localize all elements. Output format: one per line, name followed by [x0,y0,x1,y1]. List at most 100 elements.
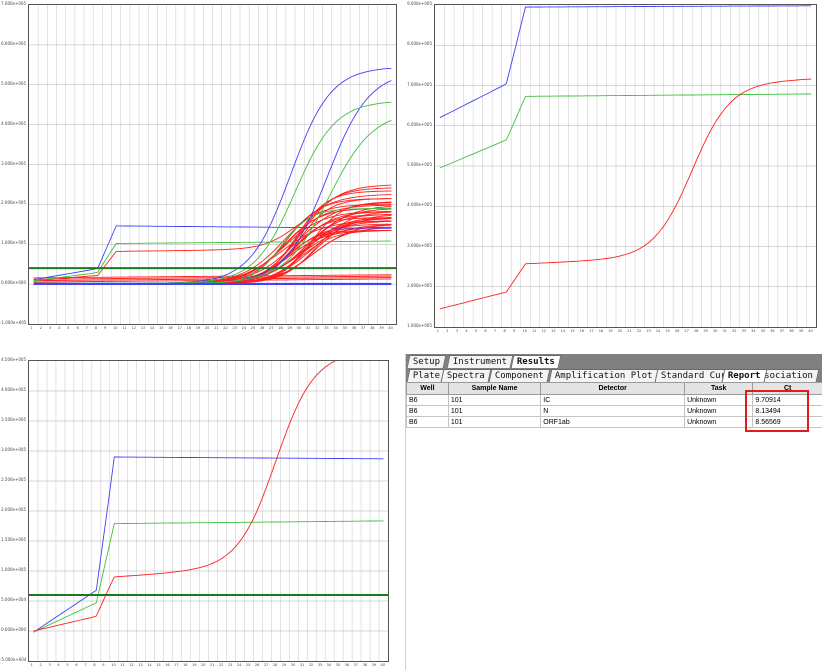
x-tick-label: 2 [446,329,449,333]
cell-sample: 101 [447,405,542,417]
results-subtab-bar: Plate Spectra Component Amplification Pl… [406,368,822,382]
y-tick-label: 2.500e+005 [1,477,26,482]
cell-detector: N [540,405,686,417]
y-tick-label: 5.000e+005 [1,80,26,86]
plot-svg [29,361,388,661]
x-tick-label: 26 [674,329,680,333]
y-tick-label: 2.000e+005 [1,507,26,512]
x-tick-label: 12 [129,663,134,667]
y-tick-label: 4.000e+005 [1,387,26,392]
x-tick-label: 21 [627,329,632,333]
x-tick-label: 10 [113,326,118,330]
x-tick-label: 22 [223,326,228,330]
x-tick-label: 10 [522,329,527,333]
tab-results[interactable]: Results [510,355,562,368]
plot-area [28,360,389,662]
cell-task: Unknown [684,416,754,428]
x-tick-label: 8 [503,329,506,333]
y-tick-label: 1.000e+005 [1,240,26,246]
y-tick-label: 5.000e+004 [1,597,26,602]
x-tick-label: 18 [183,663,188,667]
cell-well: B6 [406,405,449,417]
x-tick-label: 5 [474,329,478,333]
x-tick-label: 34 [333,326,338,330]
tab-instrument[interactable]: Instrument [446,355,514,368]
tab-report[interactable]: Report [721,369,767,382]
x-tick-label: 15 [570,329,575,333]
y-tick-label: 2.000e+005 [1,200,26,206]
x-tick-label: 5 [66,663,69,667]
y-tick-label: 6.000e+005 [1,40,26,46]
x-tick-label: 17 [174,663,179,667]
x-tick-label: 24 [655,329,661,333]
cell-well: B6 [406,394,449,406]
cell-detector: IC [540,394,686,406]
x-tick-label: 32 [315,326,320,330]
y-tick-label: 3.000e+005 [1,160,26,166]
x-tick-label: 33 [317,663,323,667]
x-tick-label: 14 [147,663,152,667]
x-tick-label: 36 [344,663,350,667]
x-tick-label: 19 [608,329,613,333]
x-tick-label: 31 [722,329,727,333]
x-tick-label: 5 [67,326,70,330]
x-tick-label: 7 [493,329,497,333]
cell-detector: ORF1ab [540,416,686,428]
y-tick-label: 3.500e+005 [1,417,26,422]
y-tick-label: 1.000e+005 [407,323,432,328]
x-tick-label: 36 [770,329,775,333]
y-tick-label: 0.000e+000 [1,280,26,286]
header-well[interactable]: Well [406,382,449,395]
x-tick-label: 15 [156,663,161,667]
header-sample-name[interactable]: Sample Name [447,382,542,395]
x-tick-label: 12 [541,329,546,333]
x-tick-label: 9 [103,326,107,330]
x-tick-label: 37 [779,329,785,333]
x-tick-label: 38 [370,326,375,330]
x-tick-label: 28 [272,663,278,667]
y-tick-label: 7.000e+005 [407,81,432,87]
x-tick-label: 14 [149,326,155,330]
tab-component[interactable]: Component [488,369,551,382]
x-tick-label: 4 [465,329,468,333]
x-tick-label: 19 [192,663,197,667]
y-tick-label: 7.000e+005 [1,1,26,6]
tab-spectra[interactable]: Spectra [440,369,492,382]
ct-highlight-box [745,390,809,432]
y-tick-label: -5.000e+004 [0,657,27,662]
x-tick-label: 2 [39,663,42,667]
y-tick-label: 0.000e+000 [1,627,26,632]
y-tick-label: 2.000e+005 [407,282,432,288]
x-tick-label: 30 [296,326,302,330]
y-tick-label: 1.000e+005 [1,567,26,572]
x-tick-label: 13 [551,329,556,333]
y-tick-label: 4.500e+005 [1,357,26,362]
tab-setup[interactable]: Setup [406,355,447,368]
x-tick-label: 31 [299,663,305,667]
y-tick-label: -1.000e+005 [0,320,27,325]
x-tick-label: 2 [39,326,42,330]
x-tick-label: 1 [436,329,439,333]
x-tick-label: 8 [93,663,96,667]
x-tick-label: 22 [218,663,224,667]
x-tick-label: 23 [227,663,233,667]
cell-sample: 101 [447,416,542,428]
tab-amplification-plot[interactable]: Amplification Plot [548,369,659,382]
x-tick-label: 29 [703,329,708,333]
x-tick-label: 4 [57,663,60,667]
x-tick-label: 29 [287,326,292,330]
x-tick-label: 28 [278,326,283,330]
amplification-plot-b6-zoom: 9.000e+005 8.000e+005 7.000e+005 6.000e+005… [406,0,822,340]
x-tick-label: 24 [241,326,247,330]
x-tick-label: 11 [122,326,127,330]
header-task[interactable]: Task [684,382,754,395]
x-tick-label: 18 [186,326,192,330]
amplification-plot-all: 7.000e+005 6.000e+005 5.000e+005 4.000e+005… [0,0,400,340]
x-tick-label: 7 [85,326,88,330]
header-detector[interactable]: Detector [540,382,686,395]
x-tick-label: 27 [263,663,269,667]
x-tick-label: 20 [204,326,210,330]
x-tick-label: 16 [165,663,170,667]
x-tick-label: 3 [48,663,51,667]
x-tick-label: 36 [351,326,357,330]
